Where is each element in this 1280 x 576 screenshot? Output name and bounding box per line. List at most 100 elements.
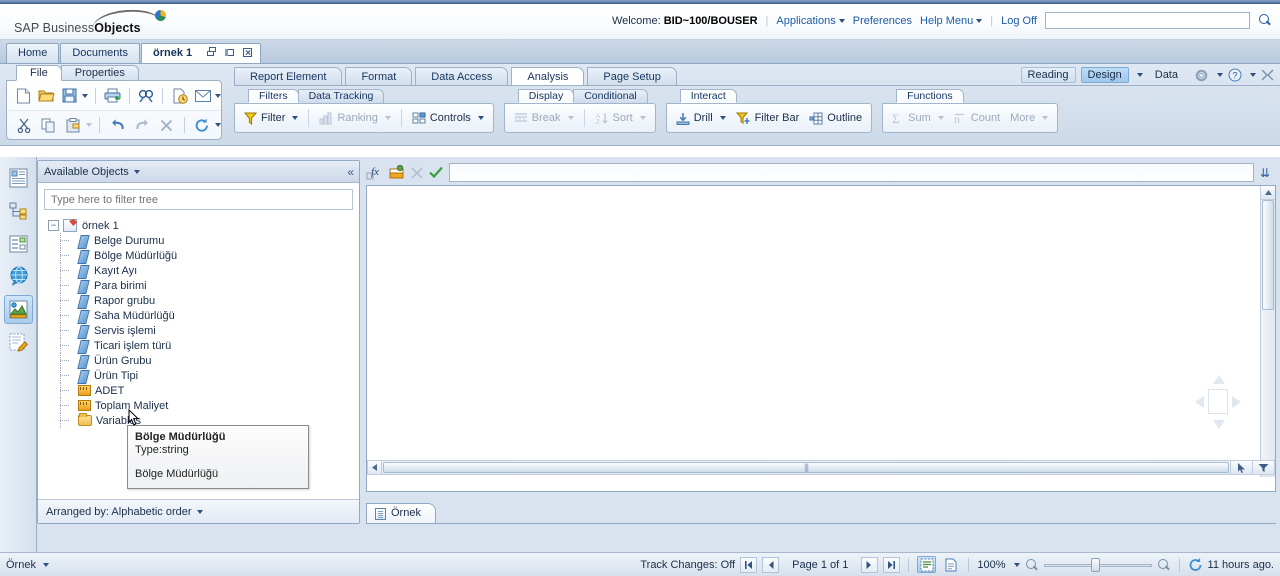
tab-page-setup[interactable]: Page Setup xyxy=(587,67,677,86)
horizontal-scroll-thumb[interactable] xyxy=(383,462,1229,473)
vertical-scroll-thumb[interactable] xyxy=(1262,200,1274,310)
filter-bar-button[interactable]: Filter Bar xyxy=(733,110,803,127)
drill-caret-icon[interactable] xyxy=(719,116,726,120)
help-menu[interactable]: Help Menu xyxy=(920,15,983,27)
tree-item-adet[interactable]: ADET xyxy=(46,383,359,398)
report-tab-ornek[interactable]: Örnek xyxy=(366,503,436,523)
tab-analysis[interactable]: Analysis xyxy=(511,67,585,86)
settings-caret-icon[interactable] xyxy=(1217,73,1223,77)
outline-button[interactable]: Outline xyxy=(806,110,865,127)
open-folder-icon[interactable] xyxy=(37,85,56,107)
undo-icon[interactable] xyxy=(107,114,127,136)
close-tab-icon[interactable] xyxy=(243,44,254,63)
web-service-icon[interactable] xyxy=(4,262,33,291)
workspace-tab-documents[interactable]: Documents xyxy=(60,43,140,63)
save-icon[interactable] xyxy=(60,85,79,107)
design-mode-caret-icon[interactable] xyxy=(1136,73,1143,77)
formula-icon[interactable]: fx xyxy=(366,165,383,181)
tab-data-access[interactable]: Data Access xyxy=(415,67,509,86)
arranged-by-caret-icon[interactable] xyxy=(196,509,203,514)
zoom-in-icon[interactable] xyxy=(1157,558,1171,572)
history-icon[interactable] xyxy=(170,85,189,107)
zoom-out-icon[interactable] xyxy=(1025,558,1039,572)
available-objects-icon[interactable] xyxy=(3,295,33,324)
group-tab-data-tracking[interactable]: Data Tracking xyxy=(297,89,385,103)
settings-gear-icon[interactable] xyxy=(1194,68,1209,83)
refresh-dropdown-caret[interactable] xyxy=(215,123,222,127)
preferences-link[interactable]: Preferences xyxy=(853,15,912,27)
filter-caret-icon[interactable] xyxy=(292,116,299,120)
tree-item-ticari-islem-turu[interactable]: Ticari işlem türü xyxy=(46,338,359,353)
last-page-icon[interactable] xyxy=(883,556,901,573)
scroll-filter-icon[interactable] xyxy=(1252,461,1274,474)
create-variable-icon[interactable] xyxy=(389,165,405,180)
tab-file[interactable]: File xyxy=(16,65,62,81)
drill-button[interactable]: Drill xyxy=(673,110,729,127)
refresh-status-icon[interactable] xyxy=(1188,557,1203,572)
copy-icon[interactable] xyxy=(38,114,58,136)
document-structure-icon[interactable] xyxy=(4,328,33,357)
log-off-link[interactable]: Log Off xyxy=(1001,15,1037,27)
mode-design[interactable]: Design xyxy=(1080,67,1129,83)
group-tab-conditional[interactable]: Conditional xyxy=(573,89,648,103)
mode-data[interactable]: Data xyxy=(1148,67,1185,83)
first-page-icon[interactable] xyxy=(740,556,758,573)
input-controls-icon[interactable] xyxy=(4,229,33,258)
tab-properties[interactable]: Properties xyxy=(60,65,139,81)
controls-button[interactable]: Controls xyxy=(409,110,487,127)
panel-menu-caret-icon[interactable] xyxy=(133,169,140,174)
quick-display-mode-icon[interactable] xyxy=(917,556,937,573)
tree-item-saha-mudurlugu[interactable]: Saha Müdürlüğü xyxy=(46,308,359,323)
save-dropdown-caret[interactable] xyxy=(81,93,88,98)
formula-input[interactable] xyxy=(449,163,1254,182)
tree-item-bolge-mudurlugu[interactable]: Bölge Müdürlüğü xyxy=(46,248,359,263)
document-summary-icon[interactable] xyxy=(4,163,33,192)
find-icon[interactable] xyxy=(136,85,155,107)
workspace-tab-document[interactable]: örnek 1 xyxy=(140,43,262,63)
collapse-node-icon[interactable]: − xyxy=(48,220,59,231)
email-dropdown-caret[interactable] xyxy=(215,93,222,98)
workspace-tab-home[interactable]: Home xyxy=(6,43,60,63)
filter-tree-box[interactable] xyxy=(44,189,353,210)
group-tab-functions[interactable]: Functions xyxy=(896,89,964,103)
zoom-slider[interactable] xyxy=(1043,557,1152,572)
tree-item-belge-durumu[interactable]: Belge Durumu xyxy=(46,233,359,248)
next-page-icon[interactable] xyxy=(861,556,879,573)
arranged-by-label[interactable]: Arranged by: Alphabetic order xyxy=(46,506,192,518)
tree-item-urun-grubu[interactable]: Ürün Grubu xyxy=(46,353,359,368)
track-changes-label[interactable]: Track Changes: Off xyxy=(640,559,735,571)
tree-item-toplam-maliyet[interactable]: Toplam Maliyet xyxy=(46,398,359,413)
navigation-map-icon[interactable] xyxy=(4,196,33,225)
search-icon[interactable] xyxy=(1258,13,1272,28)
mode-reading[interactable]: Reading xyxy=(1020,67,1076,83)
dock-window-icon[interactable] xyxy=(225,47,236,58)
previous-page-icon[interactable] xyxy=(762,556,780,573)
tree-item-servis-islemi[interactable]: Servis işlemi xyxy=(46,323,359,338)
zoom-caret-icon[interactable] xyxy=(1013,562,1020,567)
refresh-icon[interactable] xyxy=(192,114,212,136)
controls-caret-icon[interactable] xyxy=(477,116,484,120)
filter-button[interactable]: Filter xyxy=(241,110,301,127)
email-icon[interactable] xyxy=(193,85,212,107)
tab-format[interactable]: Format xyxy=(345,67,413,86)
restore-window-icon[interactable] xyxy=(207,47,218,58)
help-caret-icon[interactable] xyxy=(1250,73,1256,77)
tree-root-query[interactable]: − örnek 1 xyxy=(46,218,359,233)
delete-icon[interactable] xyxy=(156,114,176,136)
group-tab-interact[interactable]: Interact xyxy=(679,89,737,103)
report-selector-caret-icon[interactable] xyxy=(42,562,49,567)
print-icon[interactable] xyxy=(103,85,122,107)
report-canvas[interactable] xyxy=(366,185,1276,492)
collapse-ribbon-icon[interactable] xyxy=(1261,68,1274,82)
redo-icon[interactable] xyxy=(132,114,152,136)
scroll-up-icon[interactable] xyxy=(1261,186,1275,200)
paste-icon[interactable] xyxy=(63,114,83,136)
applications-menu[interactable]: Applications xyxy=(776,15,845,27)
zoom-slider-thumb[interactable] xyxy=(1090,557,1100,572)
search-input[interactable] xyxy=(1045,12,1250,29)
canvas-vertical-scrollbar[interactable] xyxy=(1260,186,1275,477)
scroll-left-icon[interactable] xyxy=(368,461,382,474)
page-mode-icon[interactable] xyxy=(941,556,960,573)
help-icon[interactable]: ? xyxy=(1228,68,1242,82)
expand-formula-icon[interactable]: ⇊ xyxy=(1260,166,1274,180)
